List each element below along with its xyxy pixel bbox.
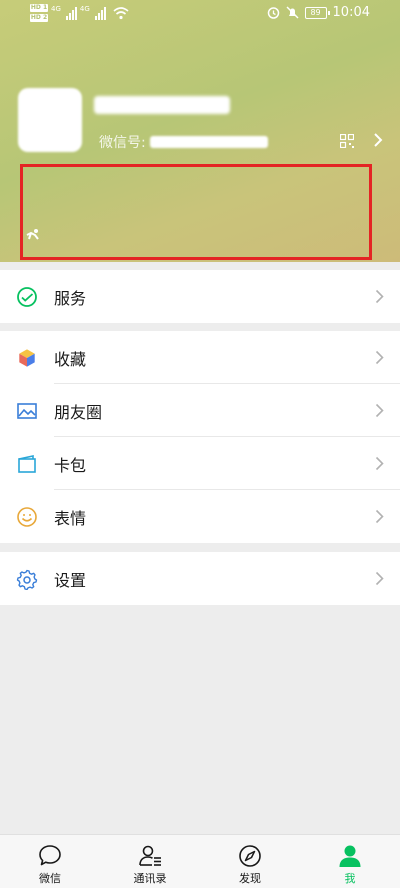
menu-label-cards: 卡包 — [54, 455, 87, 475]
chat-bubble-icon — [39, 845, 61, 866]
menu-item-settings[interactable]: 设置 — [0, 552, 400, 605]
battery-indicator: 89 — [304, 6, 330, 19]
menu-label-settings: 设置 — [54, 570, 87, 590]
menu-item-cards[interactable]: 卡包 — [0, 437, 400, 490]
sim-indicators: HD 1 HD 2 — [30, 4, 48, 22]
wifi-icon — [113, 7, 129, 20]
services-group: 服务 — [0, 270, 400, 323]
running-status-icon[interactable] — [25, 228, 41, 242]
menu-item-moments[interactable]: 朋友圈 — [0, 384, 400, 437]
cube-icon — [18, 348, 36, 368]
tab-label-contacts: 通讯录 — [133, 872, 167, 885]
chevron-right-icon — [375, 289, 384, 304]
network-type-1: 4G — [51, 5, 61, 13]
menu-label-favorites: 收藏 — [54, 349, 87, 369]
chevron-right-icon — [375, 456, 384, 471]
menu-label-stickers: 表情 — [54, 508, 87, 528]
profile-chevron-right-icon[interactable] — [372, 132, 384, 148]
chevron-right-icon — [375, 571, 384, 586]
nickname-redacted — [94, 96, 230, 114]
sim1-badge: HD 1 — [30, 4, 48, 12]
tab-label-me: 我 — [344, 872, 356, 885]
contacts-icon — [139, 845, 161, 866]
wechat-id-redacted — [149, 136, 268, 148]
mute-bell-icon — [286, 6, 299, 19]
card-icon — [18, 455, 36, 473]
menu-item-services[interactable]: 服务 — [0, 270, 400, 323]
status-bar-left: HD 1 HD 2 4G 4G — [30, 4, 129, 22]
tab-contacts[interactable]: 通讯录 — [100, 835, 200, 888]
status-highlight-box[interactable] — [20, 164, 372, 260]
tab-label-discover: 发现 — [239, 872, 261, 885]
picture-icon — [17, 403, 37, 419]
chevron-right-icon — [375, 509, 384, 524]
qr-code-icon[interactable] — [340, 134, 354, 148]
menu-item-favorites[interactable]: 收藏 — [0, 331, 400, 384]
person-icon — [339, 845, 361, 867]
gear-icon — [16, 569, 38, 590]
chevron-right-icon — [375, 403, 384, 418]
avatar[interactable] — [18, 88, 82, 152]
profile-header: HD 1 HD 2 4G 4G 89 10:04 微信号: — [0, 0, 400, 262]
signal-2-icon — [94, 6, 106, 20]
tab-me[interactable]: 我 — [300, 835, 400, 888]
wechat-id-row: 微信号: — [99, 132, 268, 152]
bottom-tab-bar: 微信 通讯录 发现 我 — [0, 834, 400, 888]
signal-1-icon — [65, 6, 77, 20]
tab-label-chats: 微信 — [39, 872, 61, 885]
features-group: 收藏 朋友圈 卡包 表情 — [0, 331, 400, 543]
wechat-id-label: 微信号: — [99, 135, 146, 151]
network-type-2: 4G — [79, 5, 90, 13]
sim2-badge: HD 2 — [30, 14, 48, 22]
compass-icon — [239, 845, 261, 867]
settings-group: 设置 — [0, 552, 400, 605]
tab-discover[interactable]: 发现 — [200, 835, 300, 888]
status-bar: HD 1 HD 2 4G 4G 89 10:04 — [0, 0, 400, 28]
menu-label-services: 服务 — [54, 288, 87, 308]
menu-label-moments: 朋友圈 — [54, 402, 103, 422]
clock: 10:04 — [332, 5, 370, 20]
tab-chats[interactable]: 微信 — [0, 835, 100, 888]
menu-item-stickers[interactable]: 表情 — [0, 490, 400, 543]
wallet-icon — [17, 287, 37, 307]
chevron-right-icon — [375, 350, 384, 365]
smiley-icon — [17, 507, 37, 527]
alarm-icon — [267, 7, 279, 19]
status-bar-right: 89 10:04 — [267, 5, 370, 20]
